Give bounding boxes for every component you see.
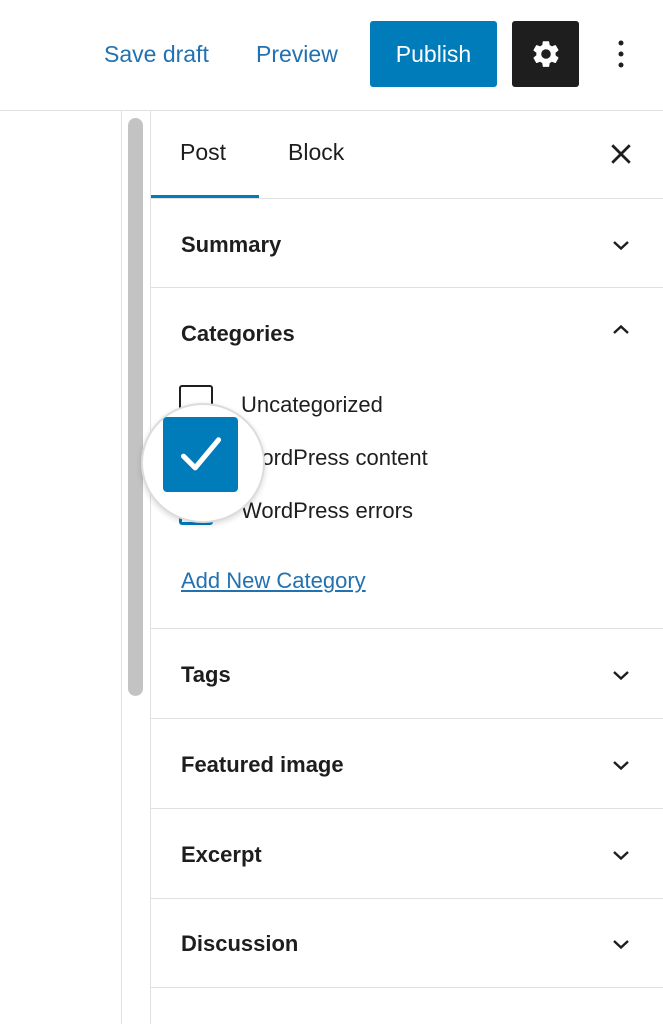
panel-title-featured-image: Featured image [181, 752, 344, 777]
gear-icon [532, 41, 558, 67]
category-label-wordpress-content: WordPress content [241, 445, 428, 470]
chevron-up-icon[interactable] [609, 318, 633, 342]
panel-featured-image[interactable]: Featured image [151, 719, 663, 809]
tab-post[interactable]: Post [180, 139, 226, 166]
checkmark-icon [180, 436, 221, 470]
add-new-category-link[interactable]: Add New Category [181, 568, 366, 594]
panel-title-categories: Categories [181, 321, 295, 346]
category-label-wordpress-errors: WordPress errors [241, 498, 413, 523]
panel-discussion[interactable]: Discussion [151, 899, 663, 988]
settings-button[interactable] [512, 21, 579, 87]
panel-excerpt[interactable]: Excerpt [151, 809, 663, 899]
chevron-down-icon[interactable] [609, 932, 633, 956]
active-tab-indicator [151, 195, 259, 198]
close-icon[interactable] [606, 139, 636, 169]
panel-title-tags: Tags [181, 662, 231, 687]
scrollbar-thumb[interactable] [128, 118, 143, 696]
panel-title-summary: Summary [181, 232, 282, 257]
panel-title-excerpt: Excerpt [181, 842, 262, 867]
chevron-down-icon[interactable] [609, 843, 633, 867]
editor-header: Save draft Preview Publish [0, 0, 663, 111]
panel-summary[interactable]: Summary [151, 199, 663, 288]
panel-title-discussion: Discussion [181, 931, 299, 956]
chevron-down-icon[interactable] [609, 753, 633, 777]
canvas-divider [121, 111, 122, 1024]
sidebar-tabs: Post Block [151, 111, 663, 199]
panel-tags[interactable]: Tags [151, 629, 663, 719]
chevron-down-icon[interactable] [609, 663, 633, 687]
category-label-uncategorized: Uncategorized [241, 392, 383, 417]
more-options-button[interactable] [606, 30, 636, 78]
preview-button[interactable]: Preview [256, 38, 338, 70]
tab-block[interactable]: Block [288, 139, 344, 166]
save-draft-button[interactable]: Save draft [104, 38, 209, 70]
vertical-ellipsis-icon [618, 40, 624, 68]
magnified-checkbox [163, 417, 238, 492]
publish-button[interactable]: Publish [370, 21, 497, 87]
settings-sidebar: Post Block Summary Categories Uncategori… [150, 111, 663, 1024]
chevron-down-icon[interactable] [609, 233, 633, 257]
